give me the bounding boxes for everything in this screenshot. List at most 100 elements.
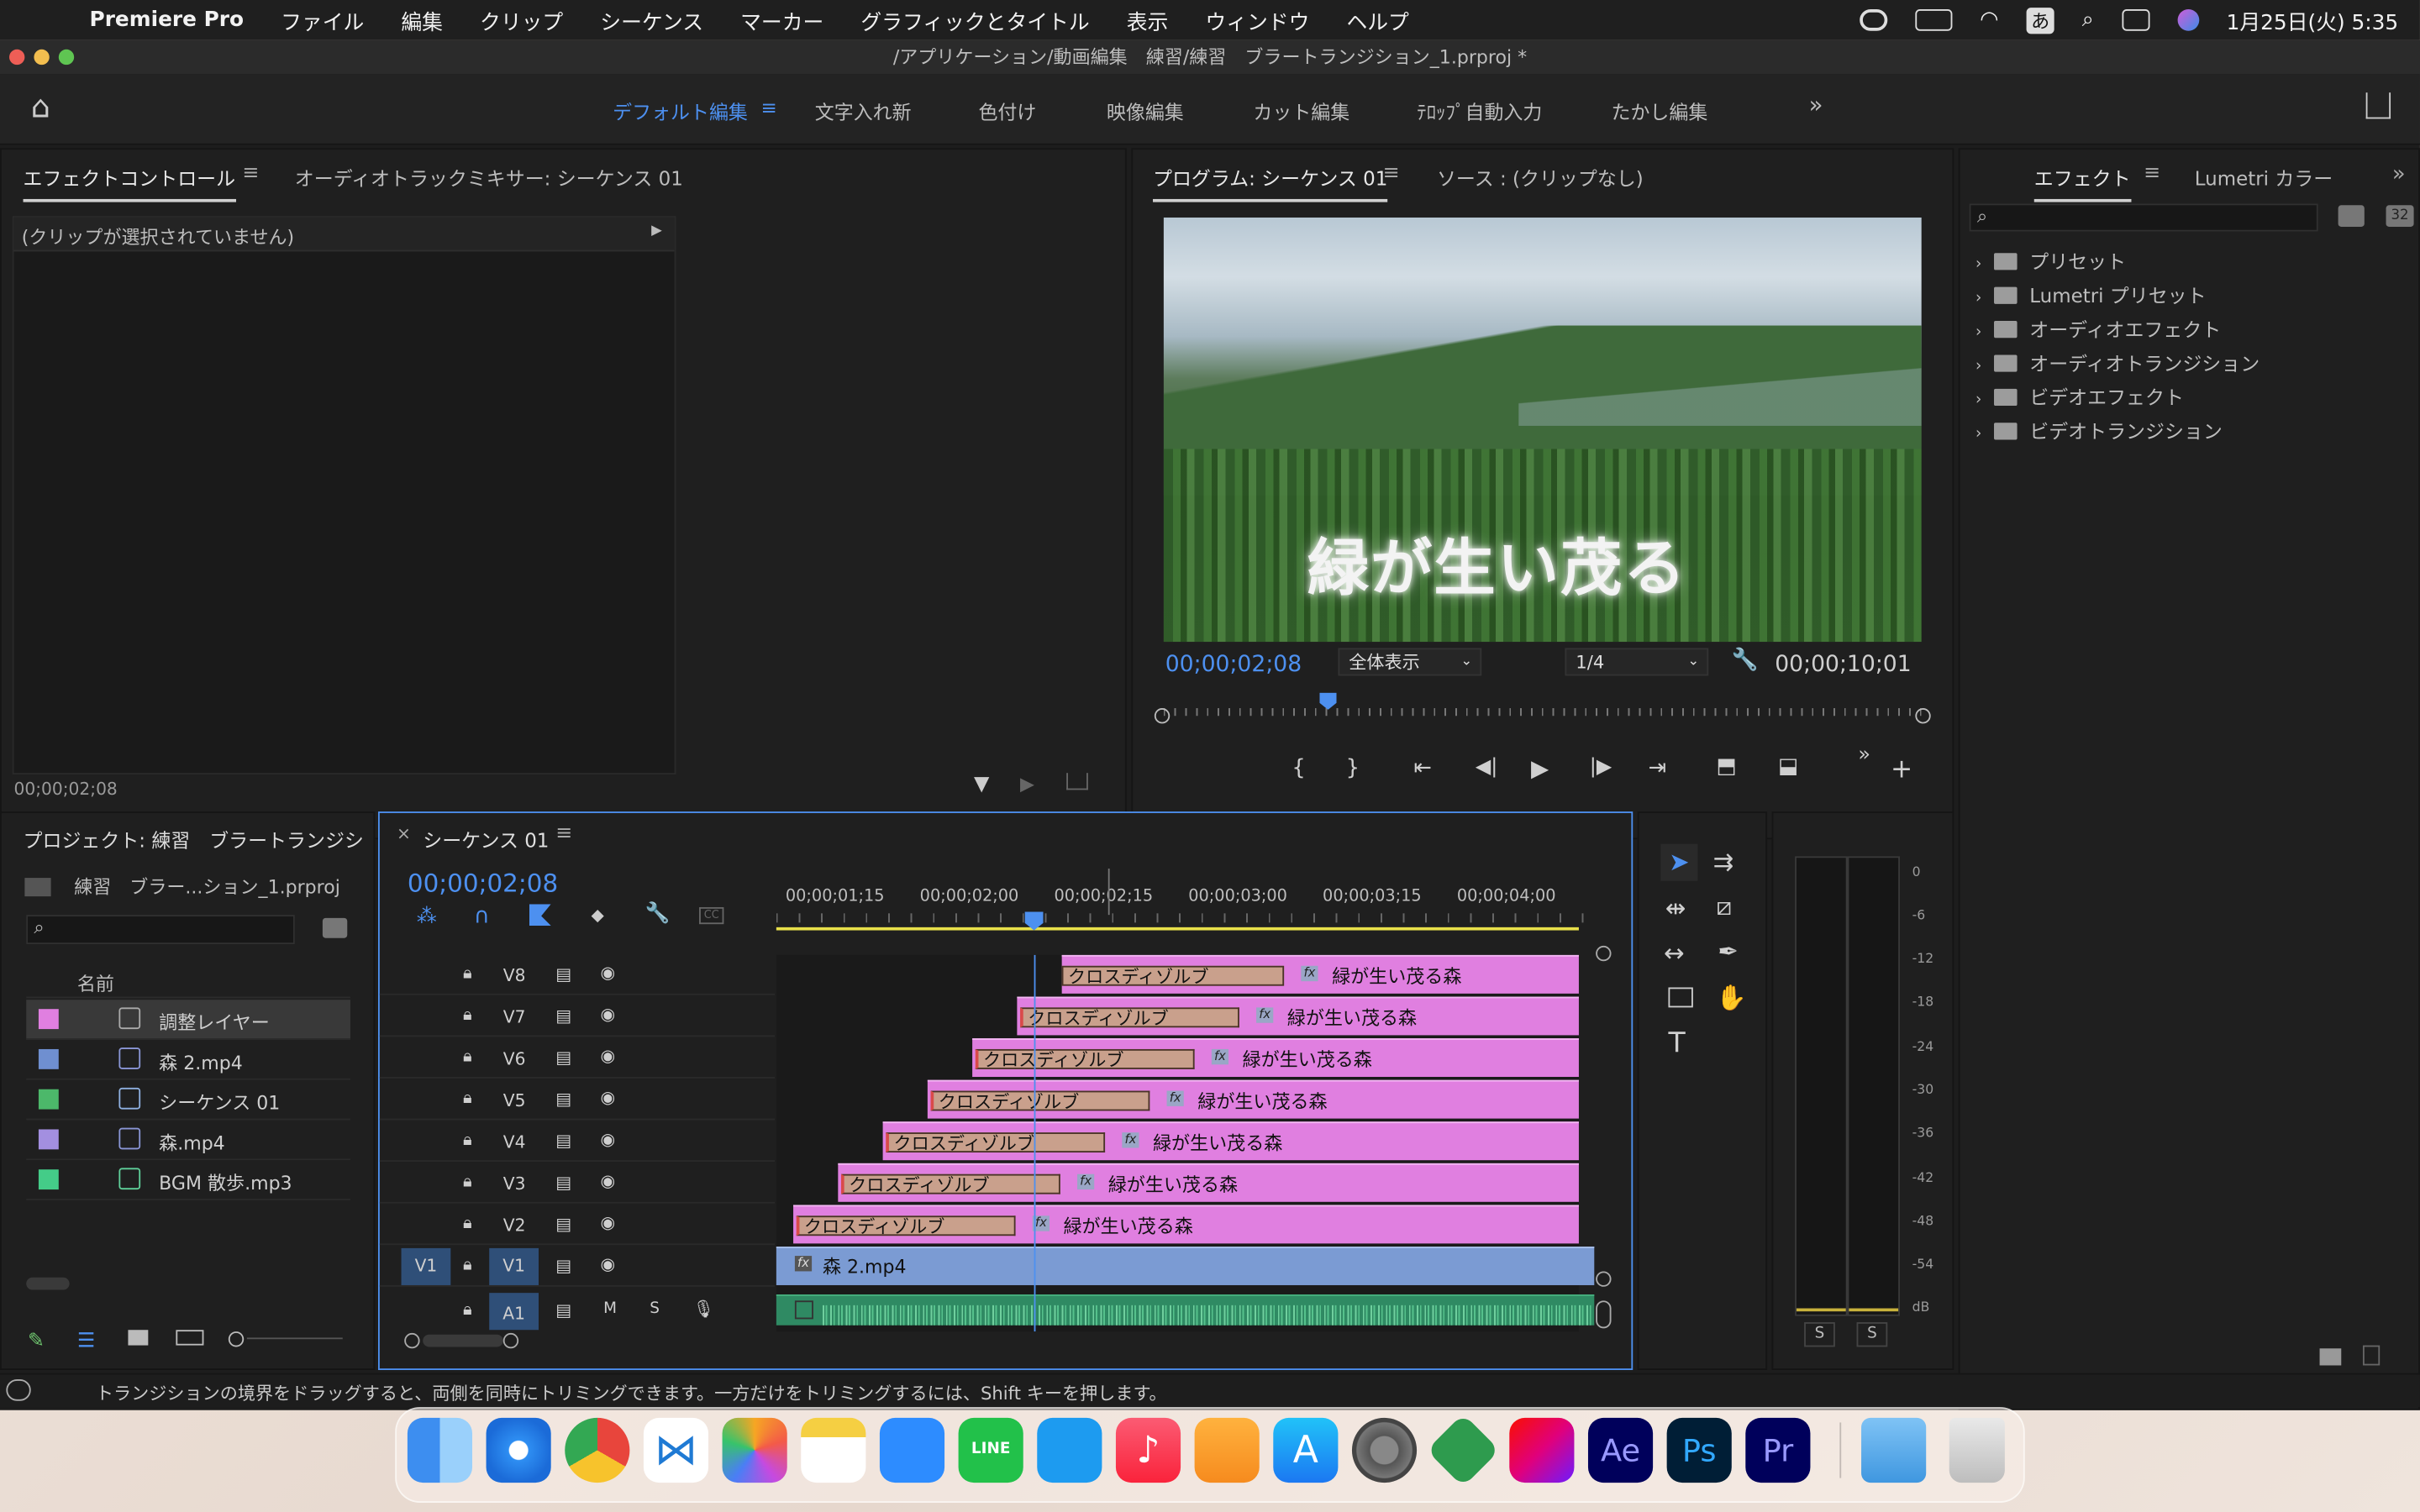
- workspace-video[interactable]: 映像編集: [1107, 96, 1184, 125]
- clock[interactable]: 1月25日(火) 5:35: [2227, 5, 2399, 35]
- cross-dissolve-transition[interactable]: クロスディゾルブ: [886, 1132, 1106, 1153]
- cross-dissolve-transition[interactable]: クロスディゾルブ: [930, 1090, 1150, 1111]
- delete-icon[interactable]: [2362, 1345, 2381, 1366]
- effects-lumetri-presets[interactable]: › Lumetri プリセット: [1975, 279, 2207, 310]
- lock-icon[interactable]: 🔒︎: [463, 1088, 472, 1110]
- step-forward-icon[interactable]: |▶: [1590, 756, 1612, 780]
- minimize-window-button[interactable]: [34, 49, 50, 66]
- microphone-icon[interactable]: 🎙︎: [693, 1299, 715, 1320]
- extract-icon[interactable]: ⬓: [1778, 754, 1798, 779]
- mute-button[interactable]: M: [603, 1300, 617, 1317]
- timeline-playhead-line[interactable]: [1034, 954, 1036, 1332]
- zoom-icon[interactable]: [879, 1417, 945, 1483]
- scrubber-start-handle[interactable]: [1154, 708, 1171, 724]
- sequence-tab[interactable]: シーケンス 01: [423, 824, 549, 853]
- cross-dissolve-transition[interactable]: クロスディゾルブ: [1020, 1007, 1239, 1028]
- control-center-icon[interactable]: [2121, 9, 2149, 31]
- menu-file[interactable]: ファイル: [281, 5, 364, 35]
- nest-icon[interactable]: ⁂: [417, 906, 437, 929]
- expand-arrow-icon[interactable]: ▶: [651, 223, 662, 239]
- go-to-in-icon[interactable]: ⇤: [1413, 756, 1432, 780]
- sequence-menu-icon[interactable]: ≡: [555, 822, 572, 846]
- eye-icon[interactable]: ◉: [600, 1005, 615, 1025]
- project-item[interactable]: 森.mp4: [26, 1120, 350, 1161]
- icon-view-icon[interactable]: [128, 1330, 149, 1346]
- track-target-v1[interactable]: V1: [489, 1247, 539, 1285]
- more-workspaces-icon[interactable]: »: [1809, 91, 1823, 118]
- panel-menu-icon[interactable]: ≡: [242, 162, 259, 186]
- workspace-cut[interactable]: カット編集: [1253, 96, 1349, 125]
- menu-clip[interactable]: クリップ: [480, 5, 563, 35]
- music-icon[interactable]: ♪: [1115, 1417, 1181, 1483]
- program-scrubber[interactable]: [1154, 690, 1934, 724]
- eye-icon[interactable]: ◉: [600, 1213, 615, 1233]
- razor-tool-icon[interactable]: ⧄: [1716, 892, 1732, 923]
- pen-tool-icon[interactable]: ✒: [1718, 937, 1739, 966]
- creative-cloud-icon[interactable]: [1509, 1417, 1575, 1483]
- label-swatch[interactable]: [38, 1169, 59, 1190]
- freeform-view-icon[interactable]: [176, 1330, 204, 1346]
- audio-clip-a1[interactable]: [776, 1294, 1595, 1326]
- time-ruler[interactable]: 00;00;01;15 00;00;02;00 00;00;02;15 00;0…: [776, 869, 1584, 933]
- sync-lock-icon[interactable]: ▤: [555, 1256, 571, 1276]
- lock-icon[interactable]: 🔒︎: [463, 1299, 472, 1321]
- vertical-zoom-handle[interactable]: [1596, 945, 1612, 962]
- more-buttons-icon[interactable]: »: [1858, 743, 1870, 767]
- sync-lock-icon[interactable]: ▤: [555, 1131, 571, 1151]
- cross-dissolve-transition[interactable]: クロスディゾルブ: [975, 1048, 1195, 1069]
- app-store-icon[interactable]: A: [1273, 1417, 1339, 1483]
- line-icon[interactable]: LINE: [958, 1417, 1023, 1483]
- adjustment-clip-v4[interactable]: クロスディゾルブ fx 緑が生い茂る森: [882, 1121, 1579, 1161]
- workspace-text[interactable]: 文字入れ新: [815, 96, 912, 125]
- scrubber-end-handle[interactable]: [1915, 708, 1931, 724]
- snap-magnet-icon[interactable]: ∩: [474, 904, 490, 928]
- cross-dissolve-transition[interactable]: クロスディゾルブ: [796, 1215, 1016, 1236]
- eye-icon[interactable]: ◉: [600, 963, 615, 983]
- horizontal-zoom-bar[interactable]: [404, 1331, 1592, 1350]
- lock-icon[interactable]: 🔒︎: [463, 1129, 472, 1151]
- workspace-default[interactable]: デフォルト編集: [613, 96, 748, 125]
- new-custom-bin-icon[interactable]: [2319, 1348, 2342, 1366]
- premiere-pro-icon[interactable]: Pr: [1745, 1417, 1811, 1483]
- tab-effects[interactable]: エフェクト: [2033, 162, 2131, 202]
- effects-audio-transitions[interactable]: › オーディオトランジション: [1975, 347, 2260, 378]
- sync-lock-icon[interactable]: ▤: [555, 1173, 571, 1193]
- mark-in-icon[interactable]: {: [1292, 756, 1305, 780]
- adjustment-clip-v7[interactable]: クロスディゾルブ fx 緑が生い茂る森: [1017, 996, 1579, 1036]
- zoom-window-button[interactable]: [58, 49, 75, 66]
- video-clip-v1[interactable]: fx 森 2.mp4: [776, 1247, 1595, 1285]
- cross-dissolve-transition[interactable]: クロスディゾルブ: [841, 1173, 1060, 1194]
- cross-dissolve-transition[interactable]: クロスディゾルブ: [1061, 965, 1285, 986]
- lock-icon[interactable]: 🔒︎: [463, 1254, 472, 1276]
- captions-icon[interactable]: CC: [699, 906, 724, 925]
- timeline-settings-icon[interactable]: 🔧: [645, 902, 671, 926]
- track-select-tool-icon[interactable]: ⇉: [1713, 847, 1734, 876]
- eye-icon[interactable]: ◉: [600, 1129, 615, 1149]
- close-sequence-icon[interactable]: ×: [397, 824, 411, 844]
- tab-effect-controls[interactable]: エフェクトコントロール: [23, 162, 236, 202]
- menu-window[interactable]: ウィンドウ: [1205, 5, 1309, 35]
- project-item[interactable]: 森 2.mp4: [26, 1040, 350, 1080]
- siri-icon[interactable]: [2176, 9, 2199, 31]
- lift-icon[interactable]: ⬒: [1716, 754, 1736, 779]
- write-protect-pencil-icon[interactable]: ✎: [28, 1330, 45, 1353]
- workspace-telop[interactable]: ﾃﾛｯﾌﾟ自動入力: [1417, 96, 1542, 125]
- zoom-slider[interactable]: [228, 1331, 343, 1347]
- label-swatch[interactable]: [38, 1009, 59, 1030]
- eye-icon[interactable]: ◉: [600, 1254, 615, 1274]
- label-swatch[interactable]: [38, 1129, 59, 1150]
- sync-lock-icon[interactable]: ▤: [555, 1214, 571, 1234]
- menu-edit[interactable]: 編集: [401, 5, 443, 35]
- program-current-timecode[interactable]: 00;00;02;08: [1165, 653, 1302, 677]
- eye-icon[interactable]: ◉: [600, 1046, 615, 1066]
- tab-lumetri[interactable]: Lumetri カラー: [2195, 162, 2333, 192]
- eye-icon[interactable]: ◉: [600, 1171, 615, 1191]
- tab-program[interactable]: プログラム: シーケンス 01: [1153, 162, 1388, 202]
- effects-presets[interactable]: › プリセット: [1975, 245, 2126, 276]
- menu-marker[interactable]: マーカー: [740, 5, 823, 35]
- lock-icon[interactable]: 🔒︎: [463, 1171, 472, 1193]
- effects-audio-effects[interactable]: › オーディオエフェクト: [1975, 313, 2221, 344]
- lock-icon[interactable]: 🔒︎: [463, 1005, 472, 1026]
- export-icon[interactable]: [1066, 773, 1088, 790]
- effects-search-input[interactable]: ⌕: [1969, 203, 2318, 232]
